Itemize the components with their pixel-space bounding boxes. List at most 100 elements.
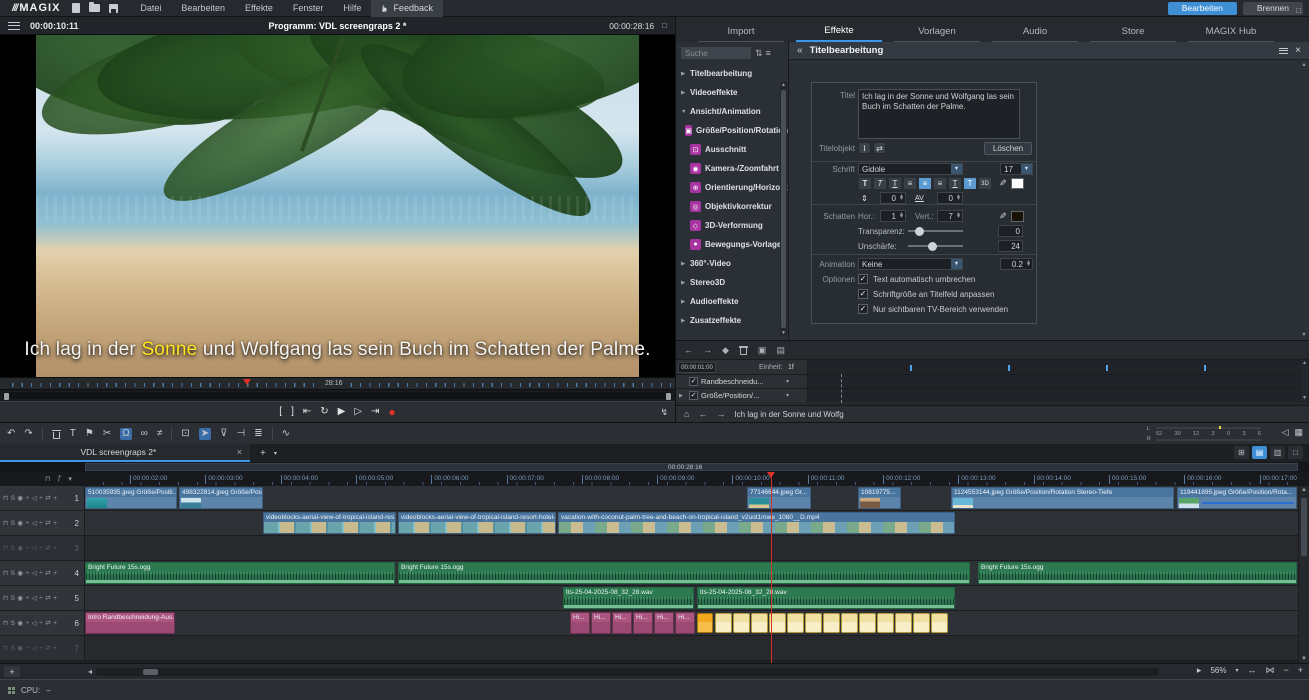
track-resize-icon[interactable]: +: [53, 570, 57, 577]
shadow-vert-spinner[interactable]: 7 ▴▾: [937, 210, 963, 222]
track-lock-icon[interactable]: ⊓: [3, 594, 8, 602]
close-icon[interactable]: ×: [1295, 45, 1301, 56]
effects-item-kamera-zoomfahrt[interactable]: ◉Kamera-/Zoomfahrt: [676, 159, 788, 178]
track-transition-icon[interactable]: ⇄: [45, 519, 50, 527]
track-pan-icon[interactable]: ÷: [39, 495, 43, 502]
loop-icon[interactable]: ↻: [320, 407, 328, 417]
clip-77146644-jpeg-gr-2[interactable]: 77146644.jpeg Gr...: [747, 487, 811, 509]
object-next-icon[interactable]: →: [716, 410, 725, 419]
clip-card-yellow-18[interactable]: [895, 613, 912, 633]
scroll-up-icon[interactable]: ▲: [1300, 62, 1308, 68]
align-left-button[interactable]: ≡: [903, 177, 917, 190]
list-view-icon[interactable]: ≡: [766, 48, 771, 58]
track-header-3[interactable]: ⊓S◉÷◁÷⇄+3: [0, 536, 85, 560]
new-project-icon[interactable]: [72, 3, 80, 13]
dropdown-arrow-icon[interactable]: ▼: [1021, 164, 1032, 174]
single-scene-button[interactable]: □: [1288, 446, 1303, 459]
track-monitor-icon[interactable]: ◉: [17, 644, 23, 652]
effects-scrollbar[interactable]: ▲ ▼: [780, 82, 787, 336]
tab-store[interactable]: Store: [1090, 26, 1176, 42]
font-color-swatch[interactable]: [1011, 178, 1024, 189]
clip-hi-4[interactable]: Hi...: [633, 612, 653, 634]
font-size-dropdown[interactable]: 17 ▼: [1000, 163, 1033, 175]
tab-effekte[interactable]: Effekte: [796, 25, 882, 42]
tab-audio[interactable]: Audio: [992, 26, 1078, 42]
keyframe-row-header[interactable]: ▶✓Größe/Position/...▾: [676, 389, 808, 402]
track-pan-icon[interactable]: ÷: [39, 545, 43, 552]
effects-item-orientierung-horizont[interactable]: ⊕Orientierung/Horizont: [676, 178, 788, 197]
paste-keyframe-icon[interactable]: ▤: [776, 346, 785, 355]
option-schriftgröße-an-titelfeld-anpassen[interactable]: ✓Schriftgröße an Titelfeld anpassen: [858, 288, 994, 300]
clip-card-yellow-13[interactable]: [805, 613, 822, 633]
speaker-icon[interactable]: ◁: [1282, 428, 1289, 437]
font-family-dropdown[interactable]: Gidole ▼: [858, 163, 963, 175]
zoom-out-button[interactable]: −: [1283, 666, 1288, 675]
next-keyframe-icon[interactable]: →: [703, 346, 712, 355]
effects-scroll-thumb[interactable]: [781, 90, 786, 328]
range-tool-icon[interactable]: ⊡: [181, 429, 189, 439]
effects-item-objektivkorrektur[interactable]: ◎Objektivkorrektur: [676, 197, 788, 216]
detach-preview-icon[interactable]: □: [662, 21, 667, 30]
track-pan-icon[interactable]: ÷: [39, 645, 43, 652]
track-select-tool-icon[interactable]: ⊽: [220, 429, 227, 439]
clip-card-yellow-17[interactable]: [877, 613, 894, 633]
playhead-marker[interactable]: [767, 472, 775, 478]
clip-card-yellow-19[interactable]: [913, 613, 930, 633]
single-select-tool-icon[interactable]: ⊣: [236, 429, 245, 439]
editor-scrollbar[interactable]: ▲ ▼: [1300, 62, 1308, 338]
range-play-icon[interactable]: ▷: [354, 407, 362, 417]
tab-list-dropdown-icon[interactable]: ▾: [274, 450, 277, 457]
clip-videoblocks-aerial-view-of-tropical-island-res-0[interactable]: videoblocks-aerial-view-of-tropical-isla…: [263, 512, 396, 534]
track-curve-icon[interactable]: ÷: [26, 645, 30, 652]
shadow-hor-spinner[interactable]: 1 ▴▾: [880, 210, 906, 222]
mirror-button[interactable]: ⇄: [873, 142, 886, 154]
panel-menu-icon[interactable]: [1279, 48, 1288, 54]
scroll-up-icon[interactable]: ▲: [1299, 487, 1309, 493]
track-solo-icon[interactable]: S: [11, 520, 15, 527]
snap-icon[interactable]: Ω: [120, 428, 131, 440]
clip-bright-future-15s-ogg-1[interactable]: Bright Future 15s.ogg: [398, 562, 970, 584]
scene-overview-button[interactable]: ⊞: [1234, 446, 1249, 459]
track-solo-icon[interactable]: S: [11, 495, 15, 502]
dropdown-arrow-icon[interactable]: ▼: [951, 259, 962, 269]
clip-card-yellow-10[interactable]: [751, 613, 768, 633]
scroll-down-icon[interactable]: ▼: [1300, 332, 1308, 338]
track-transition-icon[interactable]: ⇄: [45, 494, 50, 502]
bold-button[interactable]: T: [858, 177, 872, 190]
title-text-input[interactable]: Ich lag in der Sonne und Wolfgang las se…: [858, 89, 1020, 139]
track-lock-icon[interactable]: ⊓: [3, 619, 8, 627]
checkbox-checked[interactable]: ✓: [858, 289, 868, 299]
menu-effekte[interactable]: Effekte: [235, 0, 283, 17]
menu-hilfe[interactable]: Hilfe: [333, 0, 371, 17]
dropdown-arrow-icon[interactable]: ▼: [951, 164, 962, 174]
track-transition-icon[interactable]: ⇄: [45, 544, 50, 552]
dropdown-arrow-icon[interactable]: ▾: [786, 378, 807, 385]
scroll-left-icon[interactable]: ◂: [88, 667, 92, 676]
spinner-arrows-icon[interactable]: ▴▾: [955, 213, 962, 220]
track-resize-icon[interactable]: +: [53, 620, 57, 627]
scroll-down-icon[interactable]: ▼: [780, 330, 787, 336]
keyframe-row-header[interactable]: ✓Randbeschneidu...▾: [676, 375, 808, 388]
transparency-slider[interactable]: [908, 225, 963, 237]
track-transition-icon[interactable]: ⇄: [45, 569, 50, 577]
back-icon[interactable]: «: [797, 45, 803, 56]
link-icon[interactable]: ∞: [141, 429, 148, 439]
track-resize-icon[interactable]: +: [53, 545, 57, 552]
hscroll-thumb[interactable]: [143, 669, 158, 675]
clip-tts-25-04-2025-08-32-28-wav-0[interactable]: tts-25-04-2025-08_32_28.wav: [563, 587, 694, 609]
underline-button[interactable]: T: [888, 177, 902, 190]
storyboard-mode-button[interactable]: ▥: [1270, 446, 1285, 459]
feedback-button[interactable]: ☛ Feedback: [371, 0, 443, 17]
track-resize-icon[interactable]: +: [53, 520, 57, 527]
clip-hi-5[interactable]: Hi...: [654, 612, 674, 634]
track-monitor-icon[interactable]: ◉: [17, 544, 23, 552]
align-right-button[interactable]: ≡: [933, 177, 947, 190]
clip-vacation-with-coconut-palm-tree-and-beach-on-tropical-island-v2uot1mwe-1080-d-mp4-2[interactable]: vacation-with-coconut-palm-tree-and-beac…: [558, 512, 955, 534]
tab-import[interactable]: Import: [698, 26, 784, 42]
track-monitor-icon[interactable]: ◉: [17, 619, 23, 627]
expand-icon[interactable]: ▶: [679, 393, 686, 399]
timeline-hscrollbar[interactable]: [96, 668, 1159, 676]
menu-datei[interactable]: Datei: [130, 0, 171, 17]
track-lock-icon[interactable]: ⊓: [3, 569, 8, 577]
option-text-automatisch-umbrechen[interactable]: ✓Text automatisch umbrechen: [858, 273, 975, 285]
